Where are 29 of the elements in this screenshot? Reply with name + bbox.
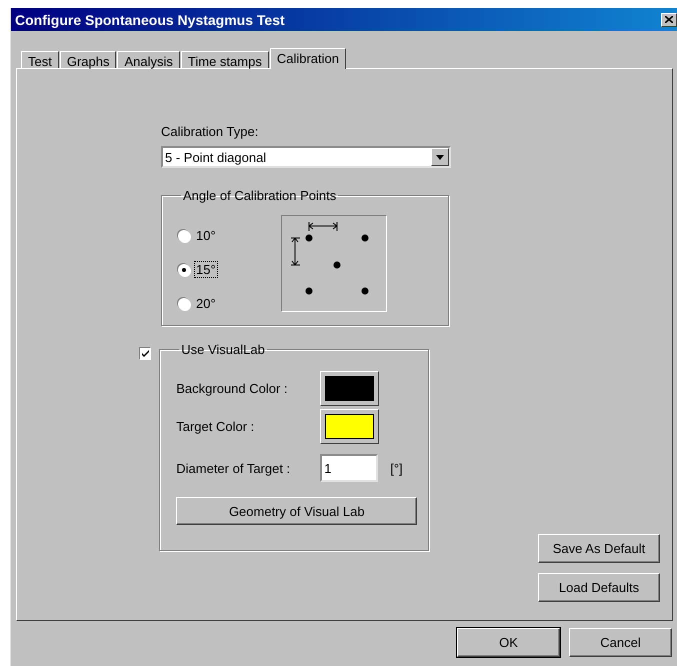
calibration-type-dropdown[interactable]: 5 - Point diagonal [161, 146, 451, 168]
tab[interactable]: Time stamps [180, 51, 269, 68]
checkbox-label: Use VisualLab [180, 342, 266, 357]
field-label: Target Color : [176, 418, 256, 434]
tab[interactable]: Graphs [60, 51, 116, 68]
tab[interactable]: Analysis [117, 51, 180, 68]
window-title: Configure Spontaneous Nystagmus Test [15, 12, 285, 28]
unit-label: [°] [390, 460, 403, 476]
checkmark-icon [140, 349, 150, 358]
dialog-button[interactable]: Cancel [569, 628, 672, 657]
close-button[interactable] [661, 12, 677, 26]
geometry-button[interactable]: Geometry of Visual Lab [176, 497, 418, 525]
radio-option[interactable]: 20° [178, 295, 281, 312]
field-label: Background Color : [176, 380, 289, 396]
tab[interactable]: Test [21, 51, 59, 68]
color-swatch[interactable] [320, 408, 380, 444]
color-swatch[interactable] [320, 370, 380, 406]
defaults-button[interactable]: Load Defaults [538, 573, 660, 602]
close-icon [665, 16, 673, 23]
defaults-button[interactable]: Save As Default [538, 534, 660, 563]
tab[interactable]: Calibration [270, 48, 346, 69]
field-label: Calibration Type: [161, 124, 258, 139]
radio-option[interactable]: 10° [178, 227, 281, 244]
field-label: Diameter of Target : [176, 460, 292, 476]
radio-option[interactable]: 15° [178, 261, 281, 278]
dialog-button[interactable]: OK [457, 628, 560, 657]
group-title: Angle of Calibration Points [182, 188, 338, 203]
checkbox[interactable] [139, 347, 152, 360]
diameter-input[interactable]: 1 [320, 454, 378, 482]
